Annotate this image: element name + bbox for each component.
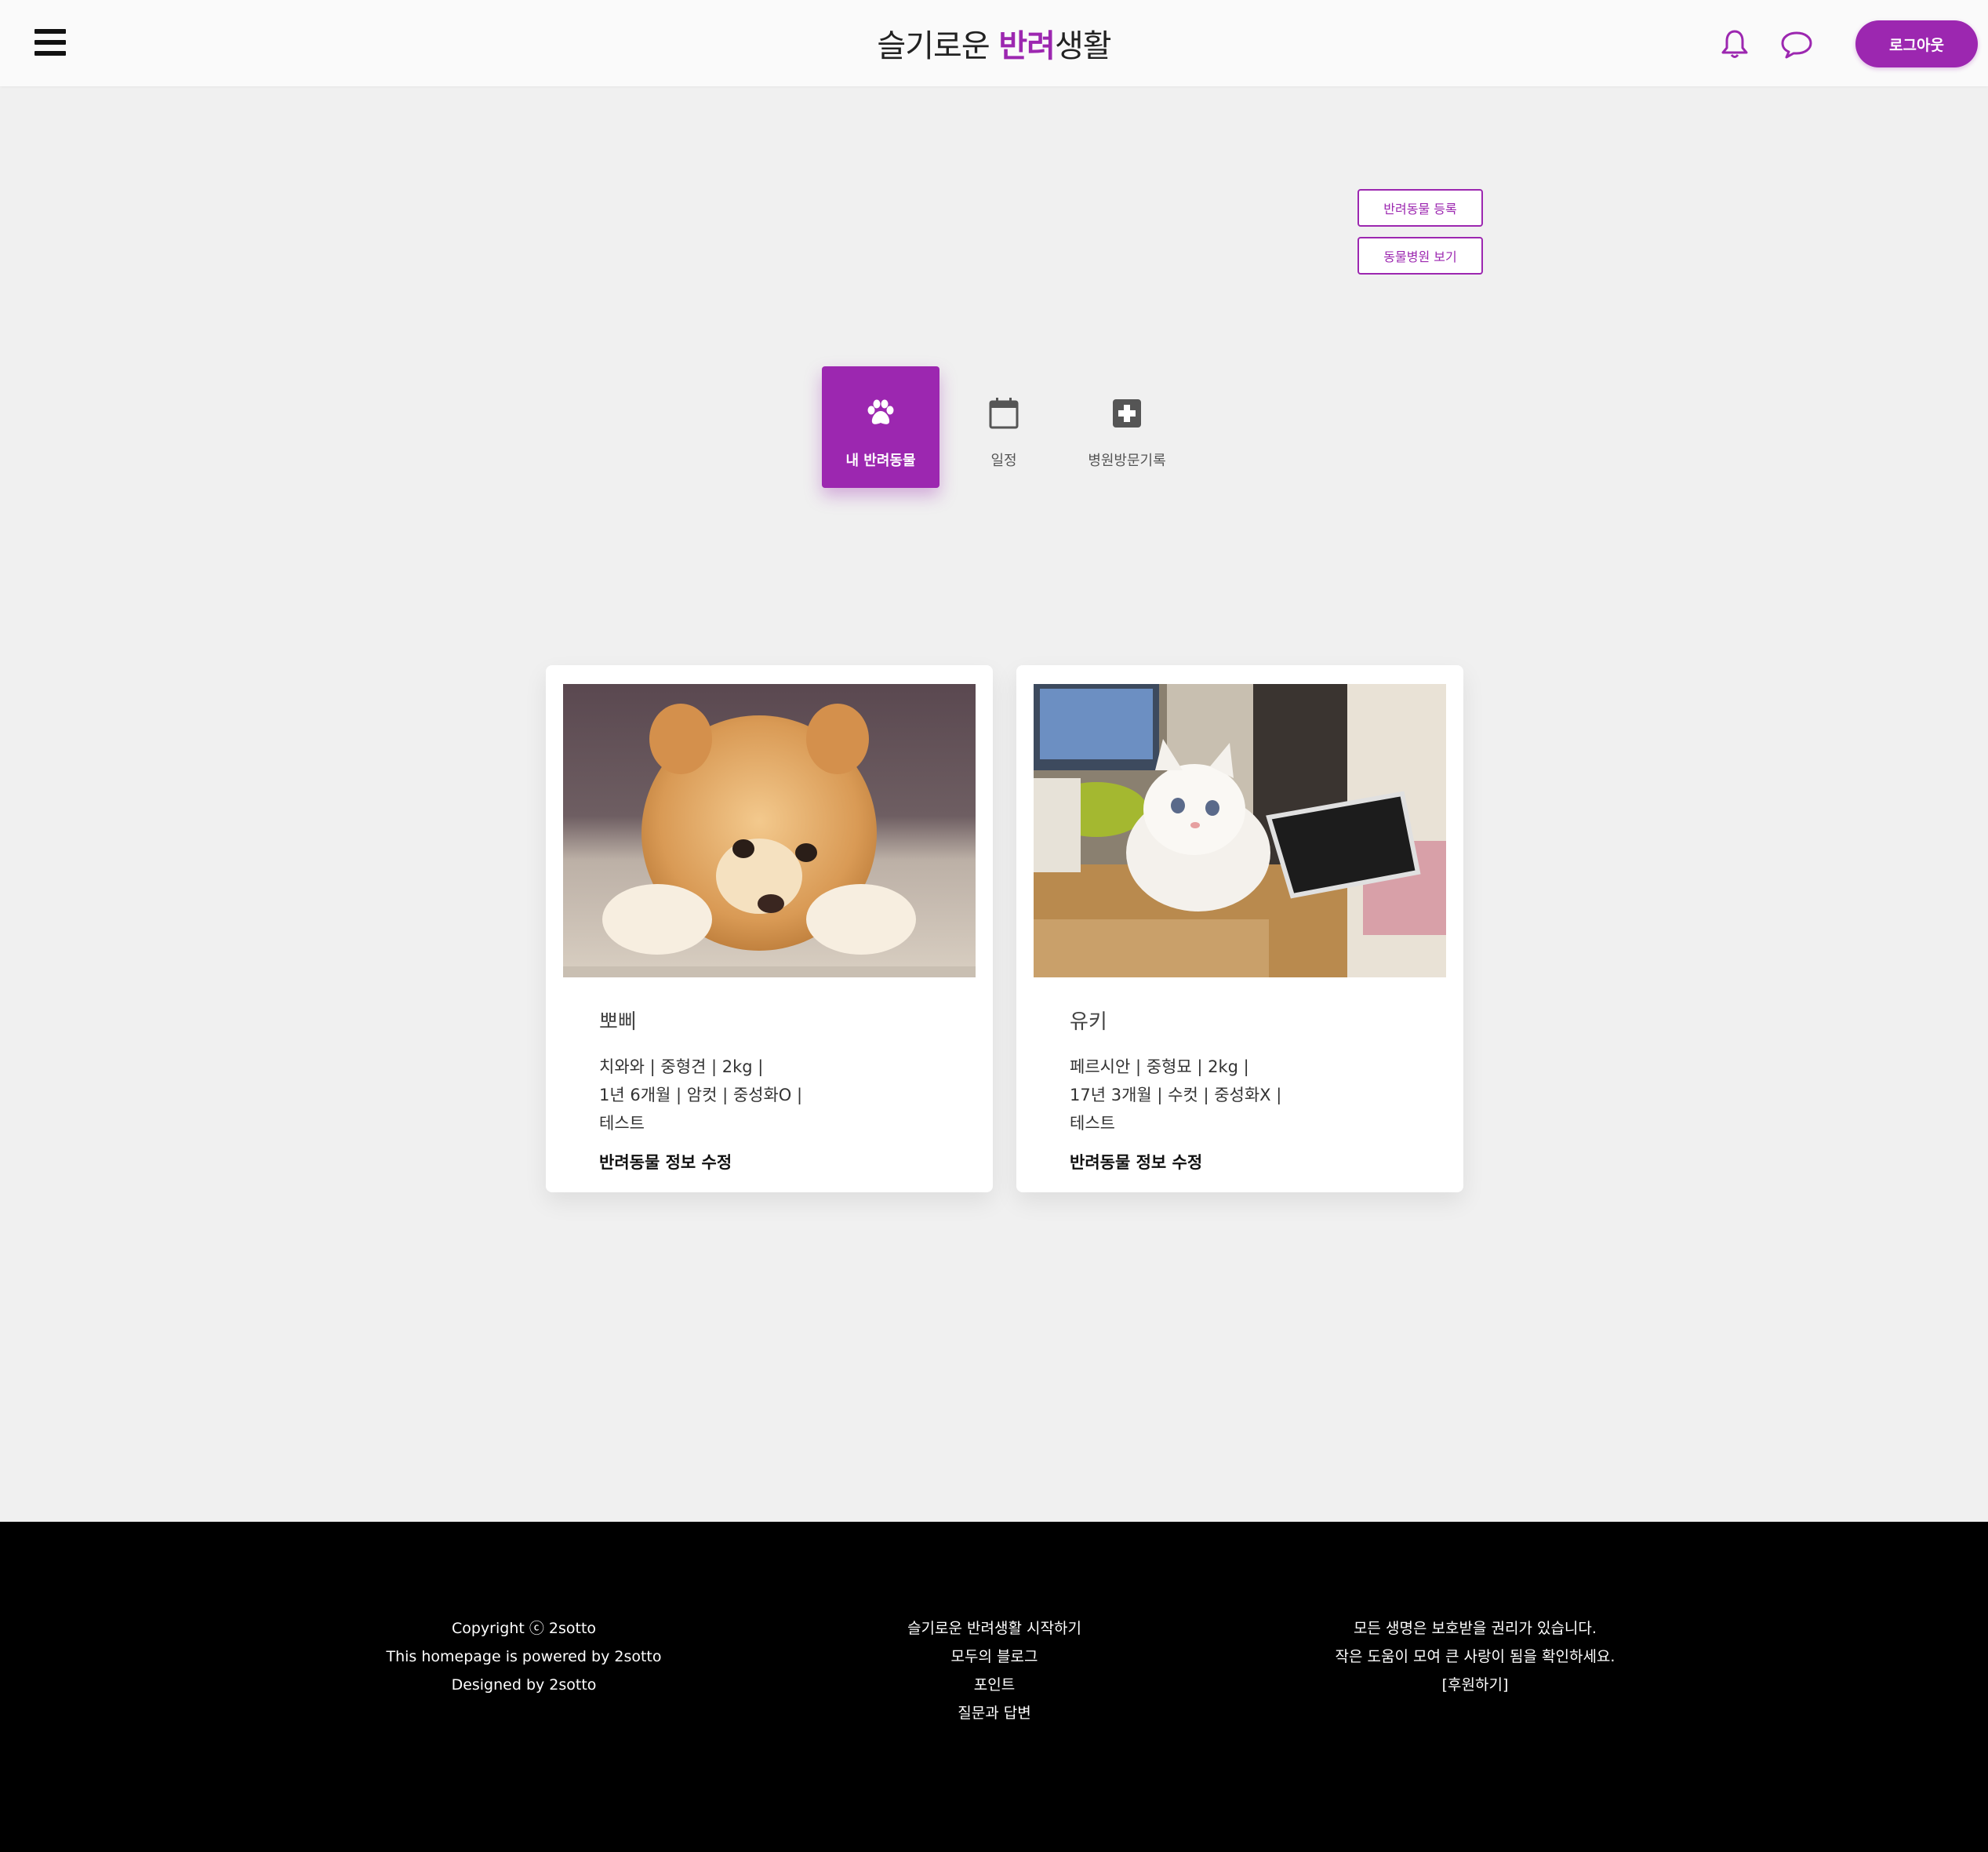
site-title-suffix: 생활 [1054, 28, 1112, 64]
white-persian-cat-photo [1034, 684, 1446, 977]
bell-icon[interactable] [1719, 28, 1750, 60]
tab-hospital-visits[interactable]: 병원방문기록 [1068, 366, 1186, 488]
pet-info-line: 페르시안 | 중형묘 | 2kg | [1070, 1057, 1249, 1076]
tab-label: 병원방문기록 [1088, 453, 1166, 469]
tab-schedule[interactable]: 일정 [945, 366, 1063, 488]
logout-button[interactable]: 로그아웃 [1855, 20, 1978, 67]
pet-card: 유키 페르시안 | 중형묘 | 2kg | 17년 3개월 | 수컷 | 중성화… [1016, 665, 1463, 1192]
pet-info-line: 17년 3개월 | 수컷 | 중성화X | [1070, 1086, 1282, 1104]
medical-cross-icon [1108, 395, 1146, 432]
footer-link-points[interactable]: 포인트 [838, 1671, 1151, 1699]
pomeranian-photo [563, 684, 976, 977]
powered-by-text: This homepage is powered by 2sotto [386, 1648, 662, 1665]
copyright-text: Copyright ⓒ 2sotto [451, 1620, 597, 1637]
site-title-accent: 반려 [998, 28, 1056, 64]
pet-info-line: 1년 6개월 | 암컷 | 중성화O | [599, 1086, 803, 1104]
footer-message: 작은 도움이 모여 큰 사랑이 됨을 확인하세요. [1335, 1648, 1615, 1665]
footer-link-start[interactable]: 슬기로운 반려생활 시작하기 [838, 1614, 1151, 1643]
footer-link-blog[interactable]: 모두의 블로그 [838, 1643, 1151, 1671]
pet-info-line: 테스트 [599, 1114, 645, 1133]
pet-info-line: 치와와 | 중형견 | 2kg | [599, 1057, 764, 1076]
pet-info-line: 테스트 [1070, 1114, 1115, 1133]
pet-card: 뽀삐 치와와 | 중형견 | 2kg | 1년 6개월 | 암컷 | 중성화O … [546, 665, 993, 1192]
edit-pet-info-link[interactable]: 반려동물 정보 수정 [1070, 1150, 1202, 1173]
tab-label: 내 반려동물 [845, 453, 916, 469]
designed-by-text: Designed by 2sotto [451, 1676, 597, 1694]
tab-label: 일정 [990, 453, 1017, 469]
pet-name: 뽀삐 [599, 1010, 637, 1034]
footer-donation: 모든 생명은 보호받을 권리가 있습니다. 작은 도움이 모여 큰 사랑이 됨을… [1318, 1614, 1632, 1699]
footer-message: 모든 생명은 보호받을 권리가 있습니다. [1354, 1620, 1597, 1637]
register-pet-button[interactable]: 반려동물 등록 [1357, 189, 1483, 227]
donate-link[interactable]: [후원하기] [1318, 1671, 1632, 1699]
footer: Copyright ⓒ 2sotto This homepage is powe… [0, 1522, 1988, 1852]
pet-name: 유키 [1070, 1010, 1107, 1034]
paw-icon [862, 395, 900, 432]
footer-link-qna[interactable]: 질문과 답변 [838, 1699, 1151, 1727]
footer-links: 슬기로운 반려생활 시작하기 모두의 블로그 포인트 질문과 답변 [838, 1614, 1151, 1727]
view-hospitals-button[interactable]: 동물병원 보기 [1357, 237, 1483, 275]
edit-pet-info-link[interactable]: 반려동물 정보 수정 [599, 1150, 732, 1173]
site-title-prefix: 슬기로운 [877, 28, 999, 64]
footer-credits: Copyright ⓒ 2sotto This homepage is powe… [367, 1614, 681, 1699]
chat-bubble-icon[interactable] [1780, 30, 1813, 60]
site-title[interactable]: 슬기로운 반려생활 [0, 20, 1988, 66]
header: 슬기로운 반려생활 로그아웃 [0, 0, 1988, 86]
calendar-icon [985, 395, 1023, 432]
tab-my-pets[interactable]: 내 반려동물 [822, 366, 939, 488]
